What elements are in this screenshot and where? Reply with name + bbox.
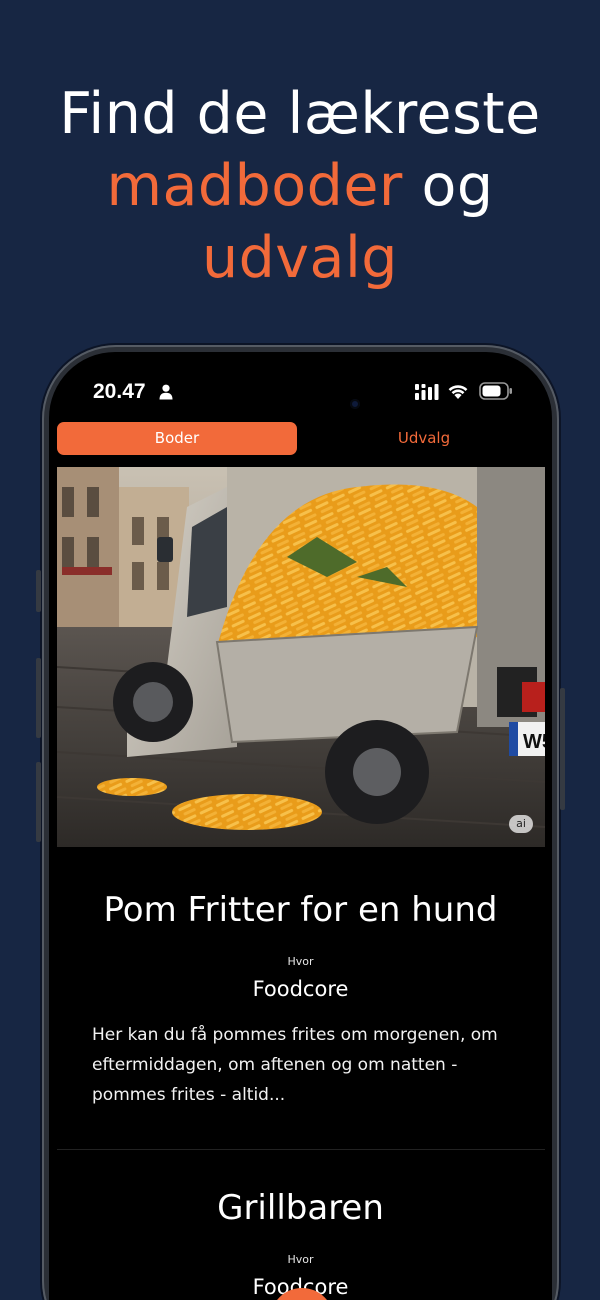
stall-image[interactable]: W5 ai [57, 467, 545, 847]
tab-udvalg[interactable]: Udvalg [304, 422, 544, 455]
headline-connector: og [402, 153, 494, 219]
card-divider [57, 1149, 545, 1150]
headline-accent: madboder [106, 153, 403, 219]
food-truck-illustration: W5 [57, 467, 545, 847]
headline-line-2: madboder og [0, 150, 600, 222]
person-icon [159, 384, 173, 400]
side-button-volume-up [36, 658, 41, 738]
headline-line-1: Find de lækreste [59, 81, 541, 147]
phone-screen: 20.47 Boder Udvalg W ai Pom Fritter for … [49, 352, 552, 1300]
battery-icon [479, 382, 512, 400]
stall-description: Her kan du få pommes frites om morgenen,… [92, 1025, 498, 1105]
side-button-power [560, 688, 565, 810]
stall-title[interactable]: Pom Fritter for en hund [49, 890, 552, 930]
side-button-action [36, 570, 41, 612]
promo-headline: Find de lækreste madboder og udvalg [0, 78, 600, 294]
tab-boder[interactable]: Boder [57, 422, 297, 455]
ai-badge: ai [509, 815, 533, 833]
license-plate-text: W5 [523, 731, 545, 753]
stall-title[interactable]: Grillbaren [49, 1188, 552, 1228]
where-label: Hvor [287, 955, 314, 968]
stall-location: Foodcore [252, 977, 349, 1001]
where-label: Hvor [287, 1253, 314, 1266]
headline-line-3: udvalg [202, 225, 398, 291]
wifi-icon [448, 385, 468, 399]
side-button-volume-down [36, 762, 41, 842]
status-time: 20.47 [93, 380, 146, 403]
front-camera [350, 399, 360, 409]
cellular-signal-icon [415, 384, 439, 400]
